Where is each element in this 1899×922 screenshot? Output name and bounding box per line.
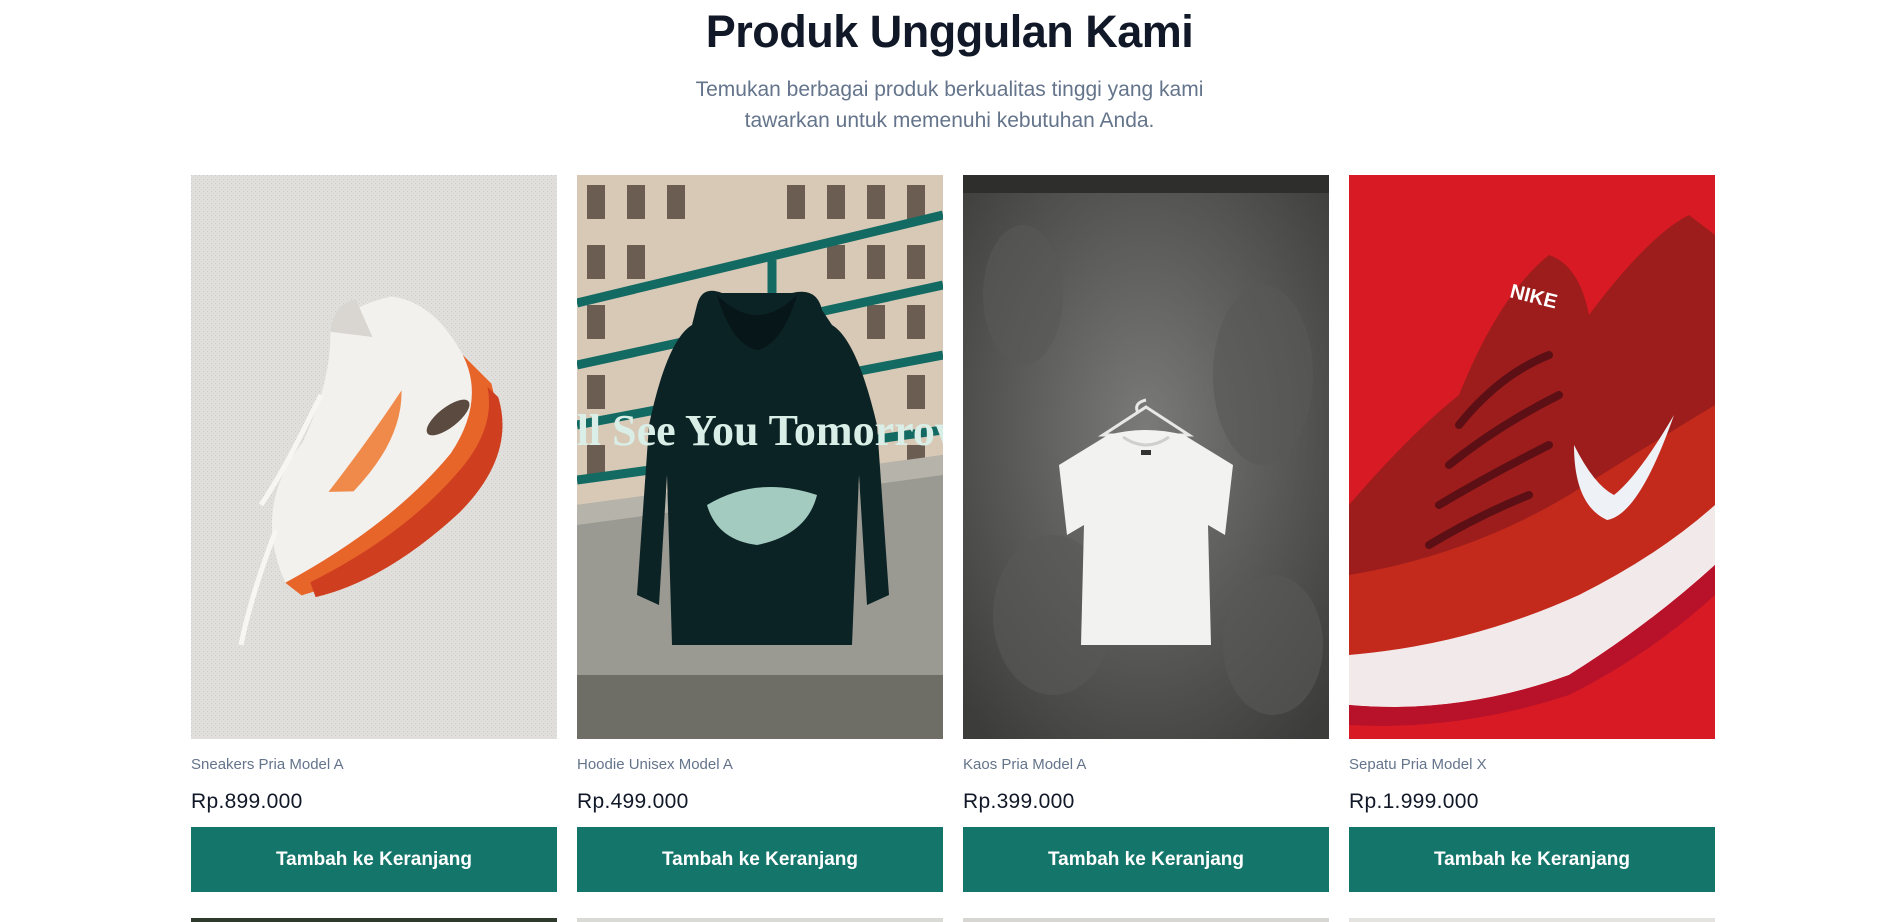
add-to-cart-button[interactable]: Tambah ke Keranjang bbox=[963, 827, 1329, 892]
featured-products-section: Produk Unggulan Kami Temukan berbagai pr… bbox=[0, 0, 1899, 922]
hoodie-print-text: I'll See You Tomorrow bbox=[577, 406, 943, 455]
product-price: Rp.399.000 bbox=[963, 790, 1075, 813]
product-image-red-shoe[interactable]: NIKE bbox=[1349, 175, 1715, 739]
product-price: Rp.1.999.000 bbox=[1349, 790, 1479, 813]
next-product-row bbox=[191, 918, 1715, 922]
product-image-sneakers[interactable] bbox=[191, 175, 557, 739]
product-card: I'll See You Tomorrow Hoodie Unisex Mode… bbox=[577, 175, 943, 892]
next-product-image bbox=[577, 918, 943, 922]
next-product-image bbox=[963, 918, 1329, 922]
add-to-cart-button[interactable]: Tambah ke Keranjang bbox=[191, 827, 557, 892]
add-to-cart-button[interactable]: Tambah ke Keranjang bbox=[577, 827, 943, 892]
product-name: Kaos Pria Model A bbox=[963, 756, 1087, 773]
section-subtitle: Temukan berbagai produk berkualitas ting… bbox=[695, 78, 1204, 132]
product-card: Kaos Pria Model A Rp.399.000 Tambah ke K… bbox=[963, 175, 1329, 892]
product-price: Rp.499.000 bbox=[577, 790, 689, 813]
product-name: Sneakers Pria Model A bbox=[191, 756, 344, 773]
product-card: NIKE Sepatu Pria Model X Rp.1.999.000 Ta… bbox=[1349, 175, 1715, 892]
product-name: Hoodie Unisex Model A bbox=[577, 756, 733, 773]
product-grid: Sneakers Pria Model A Rp.899.000 Tambah … bbox=[191, 175, 1715, 892]
product-price: Rp.899.000 bbox=[191, 790, 303, 813]
product-image-hoodie[interactable]: I'll See You Tomorrow bbox=[577, 175, 943, 739]
add-to-cart-button[interactable]: Tambah ke Keranjang bbox=[1349, 827, 1715, 892]
product-card: Sneakers Pria Model A Rp.899.000 Tambah … bbox=[191, 175, 557, 892]
section-title: Produk Unggulan Kami bbox=[705, 6, 1194, 57]
next-product-image bbox=[1349, 918, 1715, 922]
product-image-tshirt[interactable] bbox=[963, 175, 1329, 739]
next-product-image bbox=[191, 918, 557, 922]
product-name: Sepatu Pria Model X bbox=[1349, 756, 1487, 773]
